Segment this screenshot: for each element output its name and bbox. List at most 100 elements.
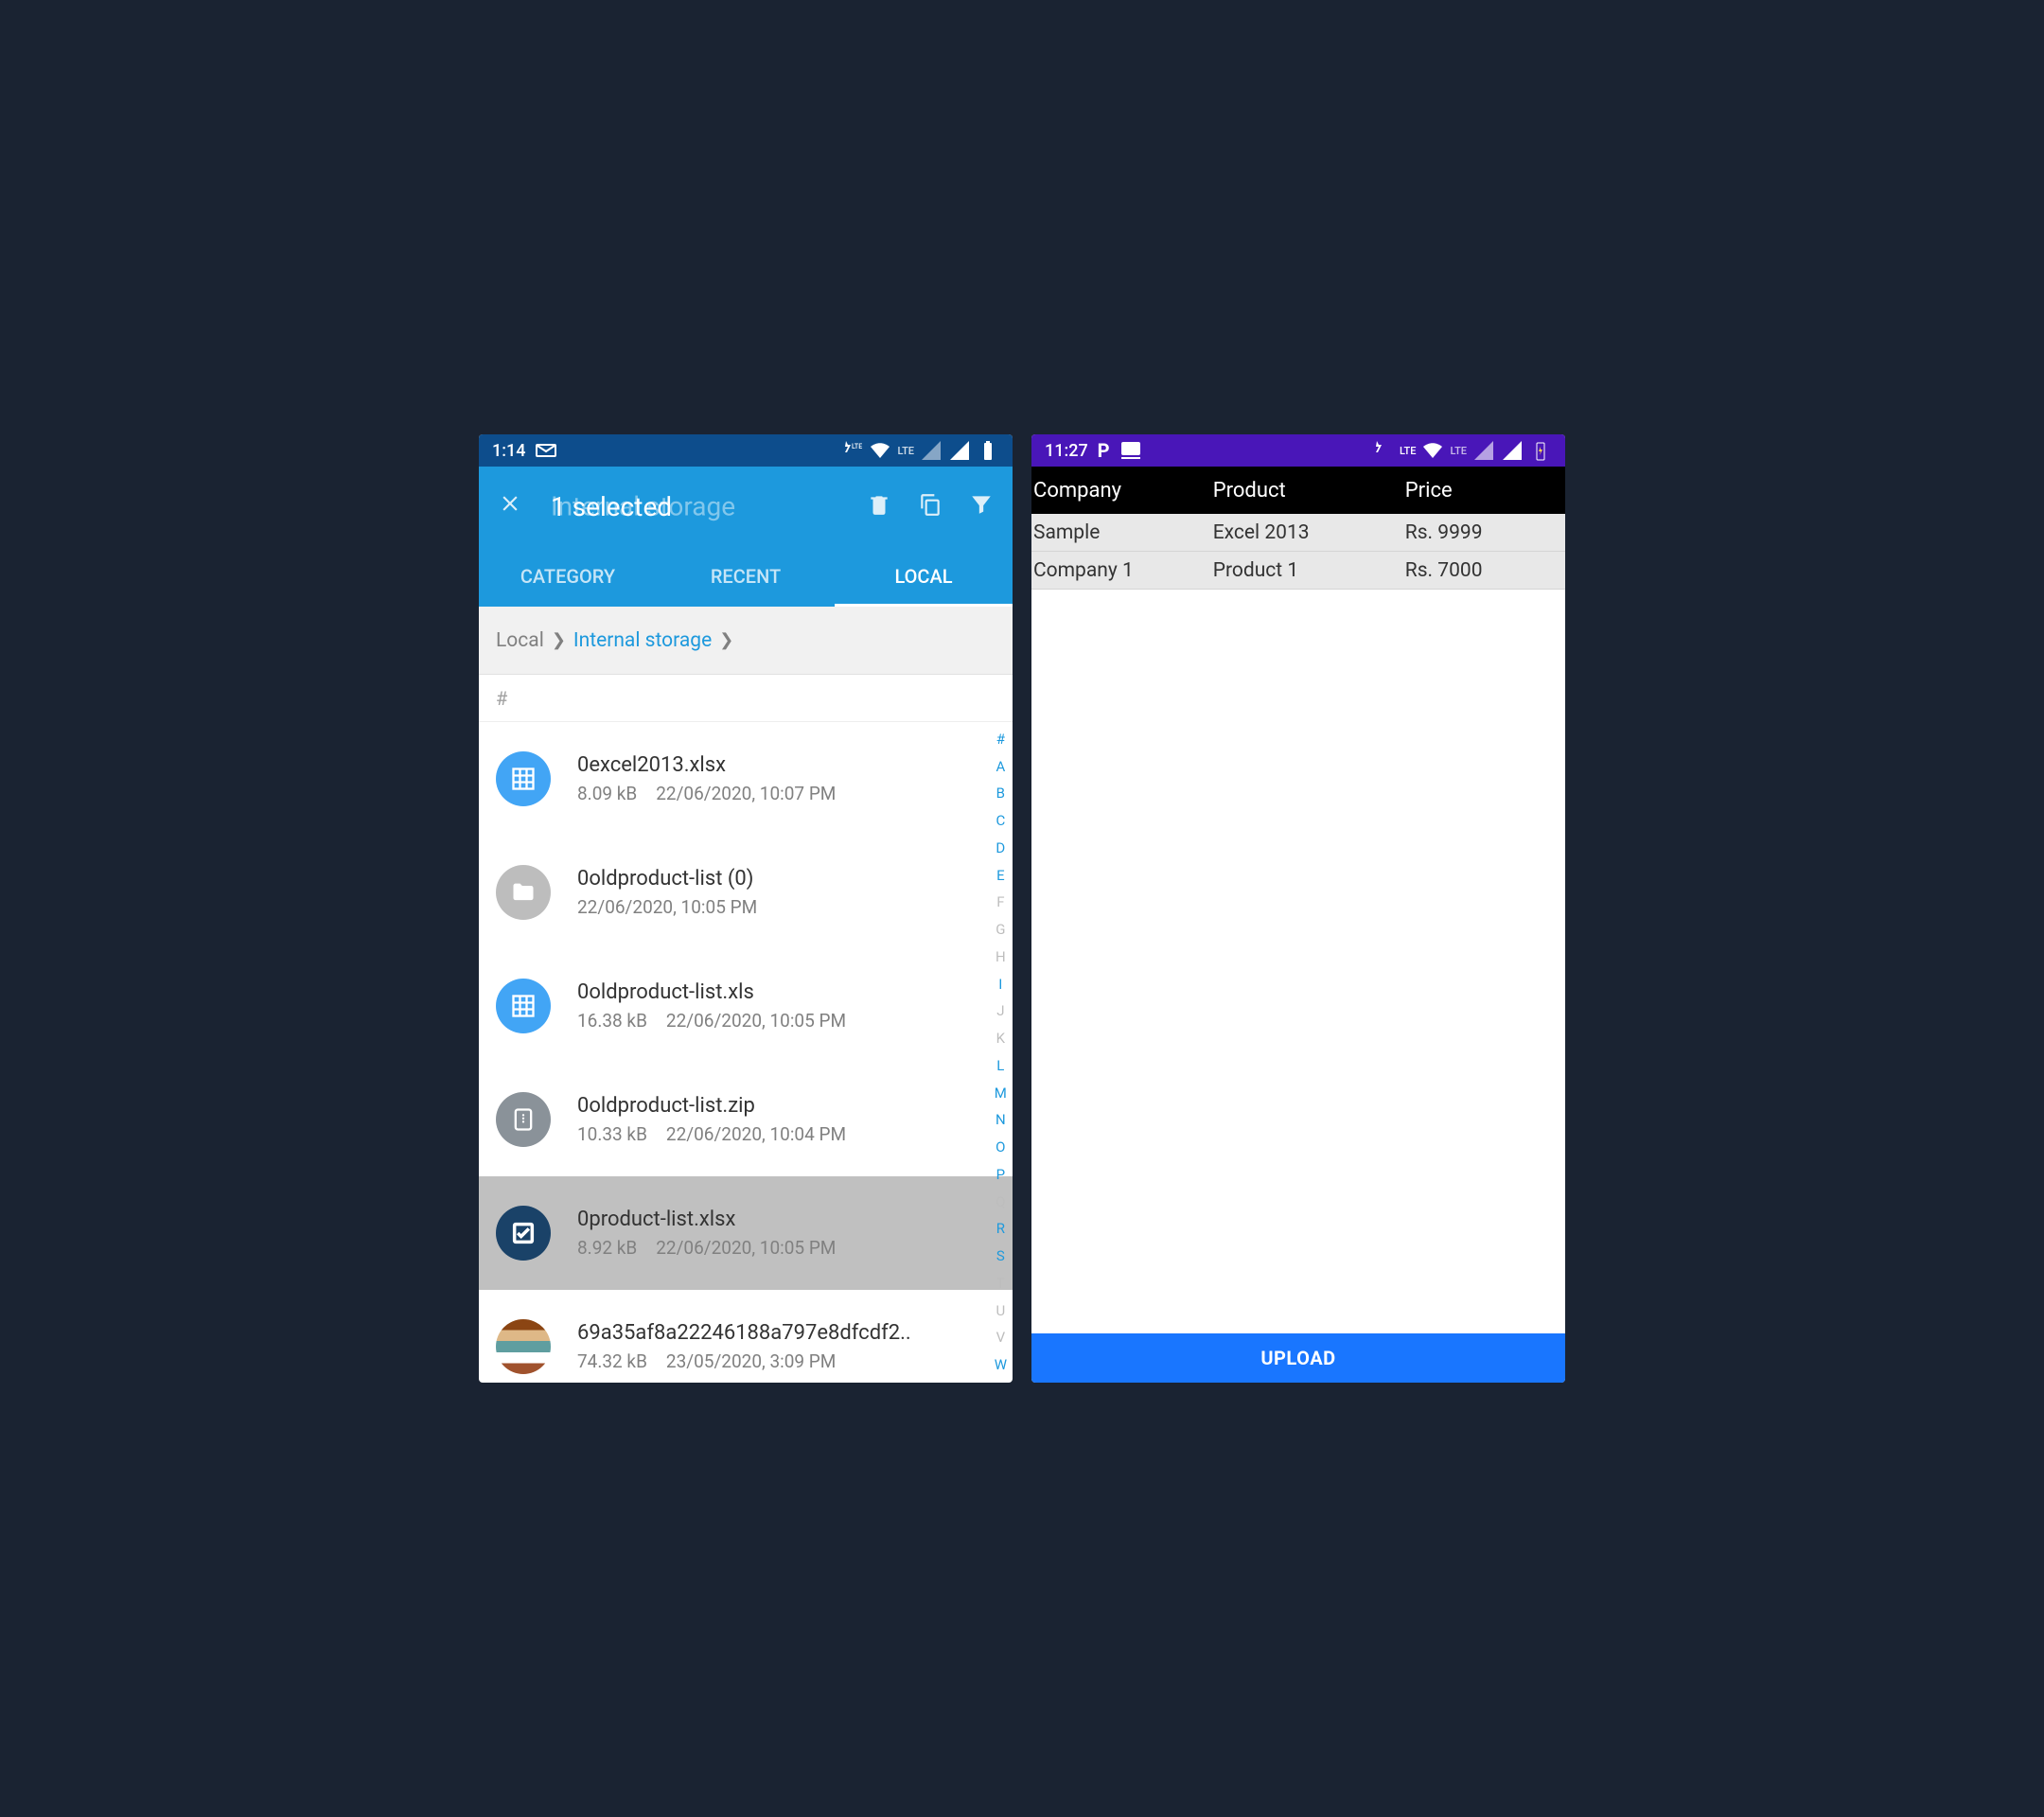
alpha-letter[interactable]: B	[995, 786, 1007, 801]
alpha-letter[interactable]: G	[995, 923, 1007, 937]
lte-label: LTE	[897, 445, 914, 457]
display-icon	[1119, 439, 1142, 462]
file-size: 74.32 kB	[577, 1350, 647, 1372]
cell-price: Rs. 9999	[1405, 521, 1565, 544]
parking-icon: P	[1098, 439, 1110, 462]
battery-icon	[977, 439, 999, 462]
status-time: 1:14	[492, 441, 525, 461]
upload-button[interactable]: UPLOAD	[1031, 1333, 1565, 1383]
file-item[interactable]: 0oldproduct-list (0) 22/06/2020, 10:05 P…	[479, 836, 1013, 949]
alpha-letter[interactable]: H	[995, 950, 1007, 964]
file-date: 23/05/2020, 3:09 PM	[666, 1350, 836, 1372]
breadcrumb-root[interactable]: Local	[496, 629, 544, 652]
file-type-icon	[496, 979, 551, 1033]
alpha-letter[interactable]: P	[995, 1168, 1007, 1182]
alpha-letter[interactable]: S	[995, 1249, 1007, 1263]
file-type-icon	[496, 865, 551, 920]
alpha-scroll-index[interactable]: # ABCDEFGHIJKLMNOPQRSTUVW	[995, 722, 1007, 1383]
file-name: 0oldproduct-list (0)	[577, 867, 927, 891]
tabs: CATEGORY RECENT LOCAL	[479, 546, 1013, 607]
file-date: 22/06/2020, 10:04 PM	[666, 1123, 846, 1145]
copy-icon[interactable]	[918, 492, 943, 520]
file-name: 69a35af8a22246188a797e8dfcdf2..	[577, 1321, 927, 1345]
file-type-icon	[496, 751, 551, 806]
tab-category[interactable]: CATEGORY	[479, 546, 657, 607]
volte-icon	[1371, 439, 1394, 462]
header-price: Price	[1405, 479, 1565, 503]
file-item[interactable]: 0oldproduct-list.zip 10.33 kB 22/06/2020…	[479, 1063, 1013, 1176]
breadcrumb: Local ❯ Internal storage ❯	[479, 607, 1013, 675]
file-type-icon	[496, 1092, 551, 1147]
cell-price: Rs. 7000	[1405, 559, 1565, 582]
alpha-letter[interactable]: T	[995, 1277, 1007, 1291]
file-list: 0excel2013.xlsx 8.09 kB 22/06/2020, 10:0…	[479, 722, 1013, 1383]
status-bar: 1:14 LTE LTE	[479, 434, 1013, 467]
alpha-letter[interactable]: M	[995, 1086, 1007, 1101]
breadcrumb-current[interactable]: Internal storage	[573, 629, 712, 652]
alpha-letter[interactable]: F	[995, 895, 1007, 909]
file-size: 8.09 kB	[577, 783, 637, 804]
alpha-letter[interactable]: K	[995, 1032, 1007, 1046]
table-header: Company Product Price	[1031, 467, 1565, 514]
delete-icon[interactable]	[867, 492, 891, 520]
status-time: 11:27	[1045, 441, 1088, 461]
alpha-letter[interactable]: W	[995, 1358, 1007, 1372]
table-body: Sample Excel 2013 Rs. 9999 Company 1 Pro…	[1031, 514, 1565, 1333]
file-size: 8.92 kB	[577, 1237, 637, 1259]
tab-local[interactable]: LOCAL	[835, 546, 1013, 607]
selection-count: 1 selected	[551, 491, 672, 522]
file-name: 0oldproduct-list.xls	[577, 980, 927, 1004]
alpha-letter[interactable]: R	[995, 1222, 1007, 1236]
wifi-icon	[869, 439, 891, 462]
file-date: 22/06/2020, 10:05 PM	[656, 1237, 836, 1259]
alpha-letter[interactable]: V	[995, 1331, 1007, 1345]
file-item[interactable]: 0product-list.xlsx 8.92 kB 22/06/2020, 1…	[479, 1176, 1013, 1290]
alpha-letter[interactable]: C	[995, 814, 1007, 828]
alpha-letter[interactable]: A	[995, 760, 1007, 774]
file-size: 10.33 kB	[577, 1123, 647, 1145]
table-app-screen: 11:27 P LTE LTE Company Product Price Sa…	[1031, 434, 1565, 1383]
file-item[interactable]: 0excel2013.xlsx 8.09 kB 22/06/2020, 10:0…	[479, 722, 1013, 836]
status-bar: 11:27 P LTE LTE	[1031, 434, 1565, 467]
alpha-letter[interactable]: U	[995, 1304, 1007, 1318]
file-size: 16.38 kB	[577, 1010, 647, 1032]
action-bar: Internal storage 1 selected	[479, 467, 1013, 546]
alpha-letter[interactable]: E	[995, 869, 1007, 883]
cell-product: Excel 2013	[1213, 521, 1405, 544]
volte-icon: LTE	[840, 439, 863, 462]
lte-label: LTE	[1450, 445, 1467, 457]
cell-company: Sample	[1031, 521, 1213, 544]
alpha-letter[interactable]: I	[995, 978, 1007, 992]
file-item[interactable]: 69a35af8a22246188a797e8dfcdf2.. 74.32 kB…	[479, 1290, 1013, 1383]
battery-charging-icon	[1529, 439, 1552, 462]
file-name: 0oldproduct-list.zip	[577, 1094, 927, 1118]
alpha-letter[interactable]: #	[995, 732, 1007, 747]
file-name: 0product-list.xlsx	[577, 1208, 927, 1231]
lte-label: LTE	[1400, 445, 1417, 457]
alpha-letter[interactable]: Q	[995, 1195, 1007, 1209]
alpha-letter[interactable]: J	[995, 1004, 1007, 1018]
chevron-right-icon: ❯	[552, 630, 566, 650]
cell-company: Company 1	[1031, 559, 1213, 582]
file-date: 22/06/2020, 10:07 PM	[656, 783, 836, 804]
alpha-letter[interactable]: N	[995, 1113, 1007, 1127]
cell-product: Product 1	[1213, 559, 1405, 582]
alpha-letter[interactable]: O	[995, 1140, 1007, 1155]
header-company: Company	[1031, 479, 1213, 503]
section-header: #	[479, 675, 1013, 722]
close-icon[interactable]	[498, 491, 522, 522]
alpha-letter[interactable]: L	[995, 1059, 1007, 1073]
chevron-right-icon: ❯	[719, 630, 733, 650]
file-manager-screen: 1:14 LTE LTE Internal storage 1 selected	[479, 434, 1013, 1383]
signal-icon	[1472, 439, 1495, 462]
outlook-icon	[535, 439, 557, 462]
signal-icon	[1501, 439, 1524, 462]
filter-icon[interactable]	[969, 492, 994, 520]
table-row[interactable]: Sample Excel 2013 Rs. 9999	[1031, 514, 1565, 552]
table-row[interactable]: Company 1 Product 1 Rs. 7000	[1031, 552, 1565, 590]
tab-recent[interactable]: RECENT	[657, 546, 835, 607]
signal-icon	[948, 439, 971, 462]
file-item[interactable]: 0oldproduct-list.xls 16.38 kB 22/06/2020…	[479, 949, 1013, 1063]
alpha-letter[interactable]: D	[995, 841, 1007, 856]
file-date: 22/06/2020, 10:05 PM	[577, 896, 757, 918]
